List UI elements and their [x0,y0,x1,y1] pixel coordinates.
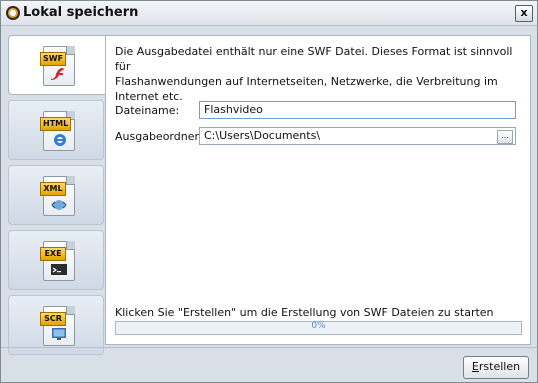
create-label-rest: rstellen [478,360,521,373]
tab-xml[interactable]: XML [8,165,104,225]
exe-file-icon: EXE [40,241,75,281]
description-line-2: Flashanwendungen auf Internetseiten, Net… [115,75,498,103]
progress-bar: 0% [115,321,522,335]
folder-label: Ausgabeordner: [115,130,203,143]
tab-swf[interactable]: SWF [8,35,108,95]
exe-tag: EXE [40,247,66,261]
ie-logo-icon [54,134,66,146]
browse-button[interactable]: ... [497,130,513,144]
flash-logo-icon [51,68,64,80]
save-dialog: Lokal speichern x SWF HTML XML EXE SCR D… [0,0,538,383]
description-line-1: Die Ausgabedatei enthält nur eine SWF Da… [115,45,513,73]
close-button[interactable]: x [515,5,533,22]
footer-divider [1,347,537,348]
filename-field[interactable]: Flashvideo [199,101,516,119]
title-bar: Lokal speichern x [1,1,537,26]
xml-file-icon: XML [40,176,75,216]
progress-label: 0% [311,321,326,331]
html-file-icon: HTML [40,111,75,151]
create-accesskey: E [471,360,479,373]
console-icon [51,264,67,275]
format-description: Die Ausgabedatei enthält nur eine SWF Da… [115,44,515,104]
scr-tag: SCR [40,312,66,326]
options-panel: Die Ausgabedatei enthält nur eine SWF Da… [105,35,531,345]
window-title: Lokal speichern [23,5,139,20]
xml-tag: XML [40,182,66,196]
scr-file-icon: SCR [40,306,75,346]
app-icon [6,6,20,20]
swf-tag: SWF [40,52,67,66]
html-tag: HTML [40,117,72,131]
tab-exe[interactable]: EXE [8,230,104,290]
tab-scr[interactable]: SCR [8,295,104,355]
swf-file-icon: SWF [40,46,75,86]
folder-field[interactable]: C:\Users\Documents\ ... [199,127,516,145]
xml-globe-icon [51,200,67,210]
tab-html[interactable]: HTML [8,100,104,160]
create-button[interactable]: Erstellen [463,356,529,379]
monitor-icon [52,328,66,340]
folder-path: C:\Users\Documents\ [204,129,321,142]
start-hint: Klicken Sie "Erstellen" um die Erstellun… [115,306,494,319]
filename-label: Dateiname: [115,104,180,117]
